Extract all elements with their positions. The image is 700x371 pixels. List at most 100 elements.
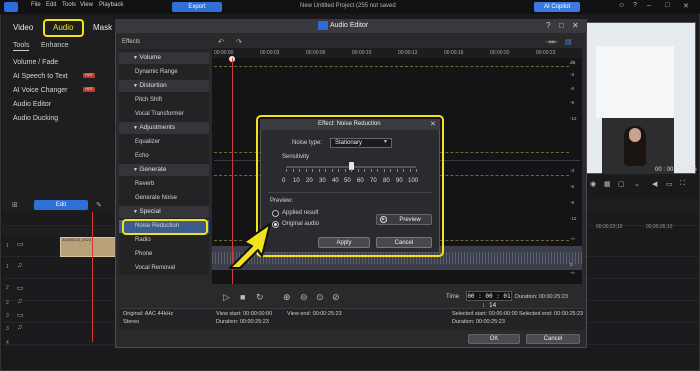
selected-end: Selected end: 00:00:25:23 [519, 311, 584, 317]
loop-icon[interactable]: ↻ [256, 292, 264, 303]
zoom-in-icon[interactable]: ⊕ [283, 292, 291, 303]
menu-tools[interactable]: Tools [62, 2, 76, 8]
fullscreen-icon[interactable]: ⛶ [680, 180, 685, 188]
ok-button[interactable]: OK [468, 334, 520, 344]
category-adjustments[interactable]: ▼ Adjustments [119, 122, 209, 134]
effect-reverb[interactable]: Reverb [119, 178, 209, 191]
db-label: -12 [570, 116, 577, 121]
ruler-label: 00:00:20 [490, 50, 510, 56]
tool-audio-editor[interactable]: Audio Editor [13, 101, 51, 108]
snapshot-icon[interactable]: ◉ [590, 180, 596, 188]
category-label: Special [139, 208, 161, 215]
ruler-label: 00:00:23 [536, 50, 556, 56]
zoom-all-icon[interactable]: ⊘ [332, 292, 340, 303]
subtab-tools[interactable]: Tools [13, 42, 30, 51]
tab-mask[interactable]: Mask [93, 23, 112, 32]
effect-vocal-transformer[interactable]: Vocal Transformer [119, 108, 209, 121]
cancel-button[interactable]: Cancel [526, 334, 580, 344]
total-duration: Duration: 00:00:25:23 [515, 294, 568, 300]
music-track-icon: ♫ [17, 298, 23, 305]
ruler-label: 00:00:16 [444, 50, 464, 56]
db-label: -∞ [570, 270, 575, 275]
help-icon[interactable]: ? [546, 21, 550, 30]
audio-tab-highlight [43, 19, 84, 37]
category-label: Generate [139, 166, 167, 173]
project-title: New Untitled Project (255 not saved [300, 3, 396, 9]
ruler-label: 00;00;26;10 [646, 224, 673, 230]
db-label: 0 [570, 262, 573, 267]
noise-reduction-highlight [122, 219, 208, 235]
effect-pitch-shift[interactable]: Pitch Shift [119, 94, 209, 107]
video-track-icon: ▭ [17, 285, 24, 292]
minimize-icon[interactable]: – [647, 2, 651, 9]
ruler-label: 00:00:06 [306, 50, 326, 56]
time-display[interactable]: 00 : 00 : 01 : 14 [466, 291, 512, 309]
view-duration: Duration: 00:00:25:23 [216, 319, 269, 325]
export-button[interactable]: Export [172, 2, 222, 12]
close-icon[interactable]: ✕ [683, 2, 689, 10]
play-icon[interactable]: ▷ [223, 292, 230, 303]
ruler-label: 00:00:13 [398, 50, 418, 56]
menu-playback[interactable]: Playback [99, 2, 123, 8]
stop-icon[interactable]: ■ [240, 292, 245, 302]
zoom-fit-icon[interactable]: ▤ [565, 38, 572, 46]
chevron-down-icon[interactable]: ⌄ [634, 180, 640, 188]
timeline-playhead[interactable] [92, 212, 93, 342]
track-number: 2 [6, 285, 9, 291]
menu-file[interactable]: File [31, 2, 41, 8]
user-icon[interactable]: ☺ [618, 2, 625, 9]
db-label: dB [570, 60, 576, 65]
add-track-icon[interactable]: ⊞ [12, 201, 18, 209]
music-track-icon: ♫ [17, 262, 23, 269]
category-generate[interactable]: ▼ Generate [119, 164, 209, 176]
db-label: -6 [570, 86, 575, 91]
ai-copilot-button[interactable]: AI Copilot [534, 2, 580, 12]
tool-ai-voice-changer[interactable]: AI Voice Changer [13, 87, 67, 94]
dock-icon[interactable]: ▢ [618, 180, 625, 188]
clip-label: 20230223_2023 [62, 237, 91, 242]
undo-icon[interactable]: ↶ [218, 38, 224, 46]
effect-phone[interactable]: Phone [119, 248, 209, 261]
tab-video[interactable]: Video [13, 23, 33, 32]
menu-edit[interactable]: Edit [46, 2, 56, 8]
zoom-selection-icon[interactable]: ⊙ [316, 292, 324, 303]
category-volume[interactable]: ▼ Volume [119, 52, 209, 64]
maximize-icon[interactable]: □ [559, 21, 564, 30]
subtab-enhance[interactable]: Enhance [41, 42, 69, 49]
category-distortion[interactable]: ▼ Distortion [119, 80, 209, 92]
help-icon[interactable]: ? [633, 2, 637, 9]
ruler-label: 00:00:03 [260, 50, 280, 56]
db-label: -12 [570, 216, 577, 221]
tool-audio-ducking[interactable]: Audio Ducking [13, 115, 58, 122]
hot-badge: HOT [83, 73, 95, 78]
preview-timecode: 00 : 00 : 04 : 25 [655, 167, 697, 173]
edit-button[interactable]: Edit [34, 200, 88, 210]
ruler-label: 00:00:10 [352, 50, 372, 56]
fit-icon[interactable]: ▦ [604, 180, 611, 188]
pen-icon[interactable]: ✎ [96, 201, 102, 209]
fit-width-icon[interactable]: ⇥⇤ [546, 38, 558, 46]
tool-ai-speech-to-text[interactable]: AI Speech to Text [13, 73, 68, 80]
effect-equalizer[interactable]: Equalizer [119, 136, 209, 149]
effect-dynamic-range-compression[interactable]: Dynamic Range Compression [119, 66, 209, 88]
close-icon[interactable]: ✕ [572, 21, 579, 30]
effects-label: Effects [122, 39, 141, 45]
track-number: 2 [6, 300, 9, 306]
redo-icon[interactable]: ↷ [236, 38, 242, 46]
effect-generate-noise[interactable]: Generate Noise [119, 192, 209, 205]
music-track-icon: ♫ [17, 324, 23, 331]
volume-icon[interactable]: ◀ [652, 180, 657, 188]
maximize-icon[interactable]: □ [665, 2, 669, 9]
quality-icon[interactable]: ▭ [666, 180, 673, 188]
dialog-highlight [256, 115, 444, 257]
person-face [629, 128, 641, 142]
effect-radio[interactable]: Radio [119, 234, 209, 247]
video-track-icon: ▭ [17, 312, 24, 319]
tool-volume-fade[interactable]: Volume / Fade [13, 59, 58, 66]
effect-vocal-removal[interactable]: Vocal Removal [119, 262, 209, 275]
view-start: View start: 00:00:00:00 [216, 311, 273, 317]
menu-view[interactable]: View [80, 2, 93, 8]
effect-echo[interactable]: Echo [119, 150, 209, 163]
category-special[interactable]: ▼ Special [119, 206, 209, 218]
zoom-out-icon[interactable]: ⊖ [300, 292, 308, 303]
